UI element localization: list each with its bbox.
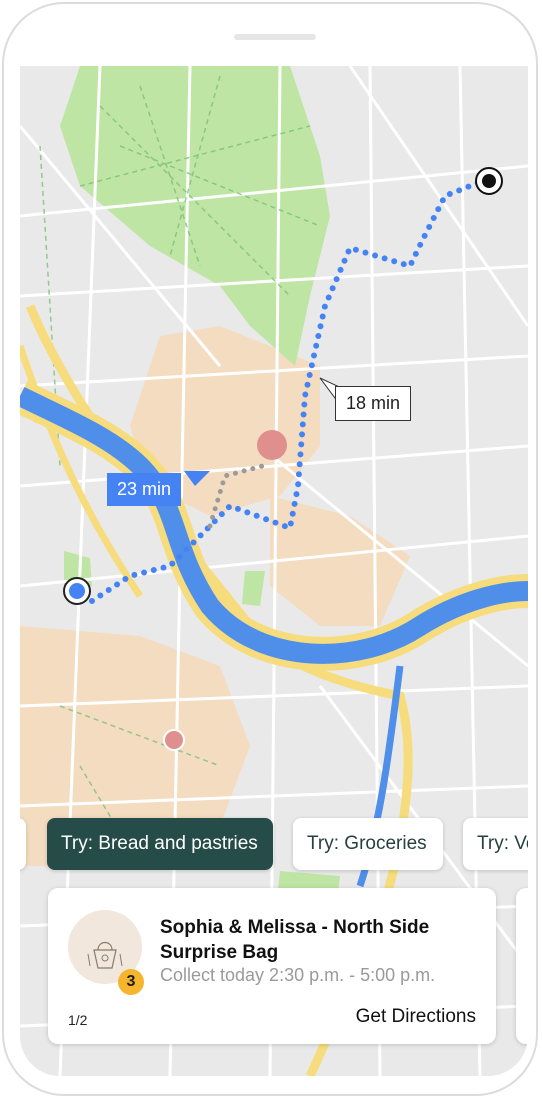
current-location-dot xyxy=(69,583,85,599)
walk-time-label-white: 18 min xyxy=(335,386,412,421)
chip-groceries[interactable]: Try: Groceries xyxy=(293,818,443,870)
next-store-card-peek[interactable] xyxy=(516,888,528,1044)
get-directions-button[interactable]: Get Directions xyxy=(356,1006,476,1028)
chip-bread-and-pastries[interactable]: Try: Bread and pastries xyxy=(47,818,273,870)
chip-vegetables[interactable]: Try: Ve xyxy=(463,818,528,870)
store-marker[interactable] xyxy=(257,430,287,460)
card-pager: 1/2 xyxy=(68,1012,88,1028)
store-name: Sophia & Melissa - North Side Surprise B… xyxy=(160,917,430,963)
map-screen[interactable]: 23 min 18 min Try: Bread and pastries Tr… xyxy=(20,66,528,1076)
bags-left-badge: 3 xyxy=(118,969,144,995)
phone-frame: 23 min 18 min Try: Bread and pastries Tr… xyxy=(2,2,538,1096)
store-card[interactable]: 3 Sophia & Melissa - North Side Surprise… xyxy=(48,888,496,1044)
chip-previous[interactable] xyxy=(20,818,26,870)
destination-dot xyxy=(482,174,496,188)
speaker-notch xyxy=(234,34,316,40)
store-marker[interactable] xyxy=(163,729,185,751)
walk-time-label-blue: 23 min xyxy=(107,473,182,506)
pickup-window: Collect today 2:30 p.m. - 5:00 p.m. xyxy=(160,965,436,985)
